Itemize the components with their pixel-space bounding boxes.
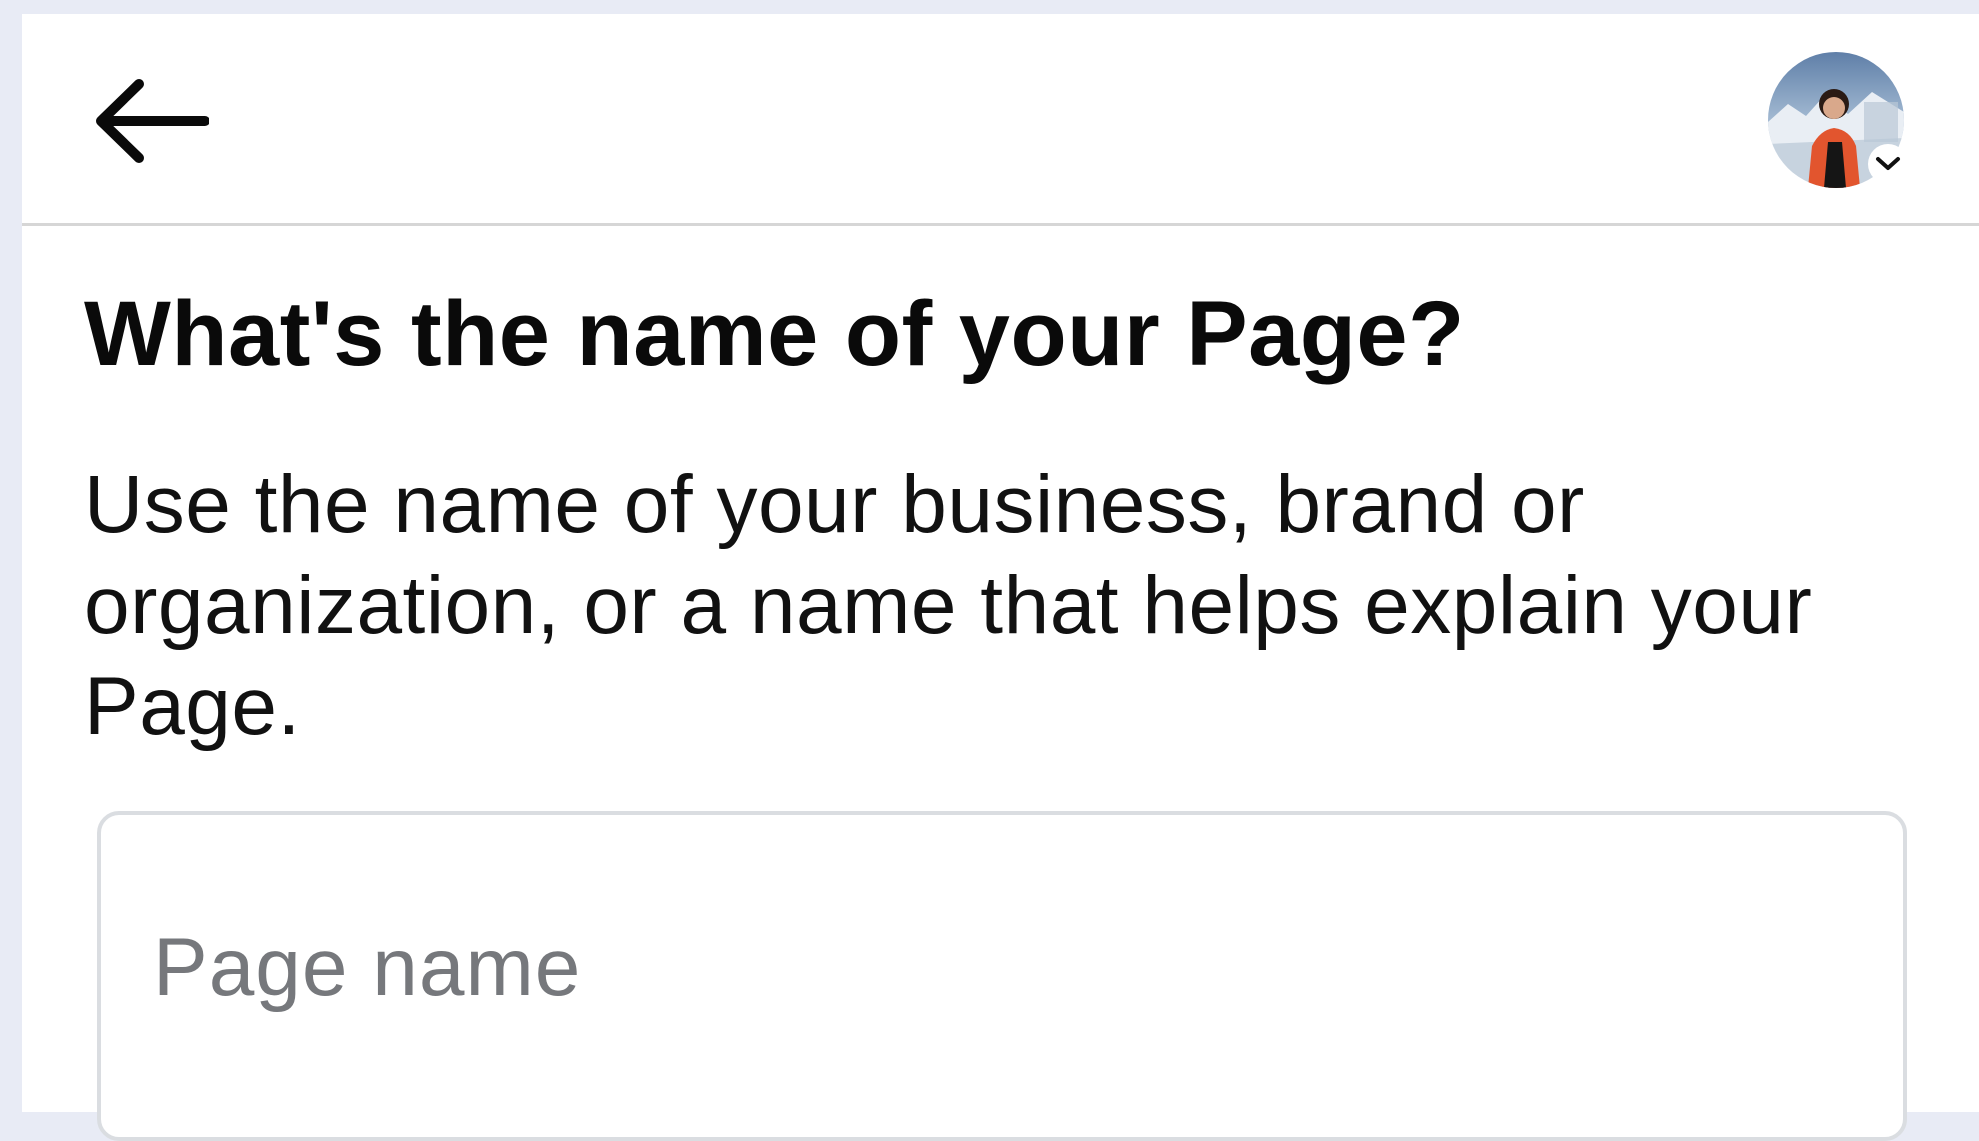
create-page-panel: What's the name of your Page? Use the na… bbox=[22, 14, 1979, 1141]
chevron-down-icon bbox=[1876, 157, 1900, 170]
arrow-left-icon bbox=[96, 79, 209, 163]
avatar-menu-button[interactable] bbox=[1868, 144, 1908, 184]
profile-avatar-button[interactable] bbox=[1768, 52, 1908, 192]
page-description: Use the name of your business, brand or … bbox=[84, 459, 1813, 752]
back-button[interactable] bbox=[86, 66, 216, 176]
page-title: What's the name of your Page? bbox=[84, 283, 1465, 385]
page-name-input[interactable] bbox=[153, 913, 1853, 1023]
page-name-field[interactable] bbox=[97, 811, 1907, 1141]
top-bar bbox=[22, 14, 1979, 226]
